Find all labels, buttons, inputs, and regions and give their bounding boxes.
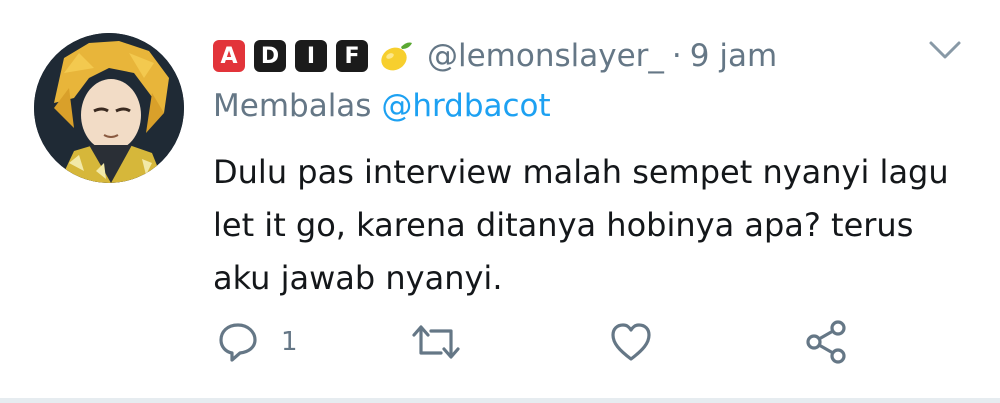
tweet-card[interactable]: A D I F @lemonslayer_ · 9 jam Membalas @… — [0, 0, 1000, 403]
share-icon — [804, 319, 850, 365]
tweet-text-line: Dulu pas interview malah sempet nyanyi l… — [213, 153, 949, 191]
replying-to: Membalas @hrdbacot — [213, 88, 551, 124]
tweet-divider — [0, 398, 1000, 403]
name-badge-d: D — [254, 40, 286, 72]
chevron-down-icon[interactable] — [928, 38, 962, 62]
action-bar: 1 — [0, 312, 1000, 372]
share-button[interactable] — [804, 312, 850, 372]
like-button[interactable] — [609, 312, 653, 372]
profile-avatar[interactable] — [34, 33, 184, 183]
tweet-timestamp[interactable]: 9 jam — [690, 38, 777, 74]
reply-icon — [217, 321, 259, 363]
retweet-button[interactable] — [410, 312, 462, 372]
reply-count: 1 — [281, 327, 298, 357]
tweet-text-line: let it go, karena ditanya hobinya apa? t… — [213, 206, 914, 244]
heart-icon — [609, 321, 653, 363]
name-badge-i: I — [295, 40, 327, 72]
replying-prefix: Membalas — [213, 88, 372, 124]
tweet-header: A D I F @lemonslayer_ · 9 jam — [213, 34, 777, 78]
user-handle[interactable]: @lemonslayer_ — [427, 38, 664, 74]
name-badge-f: F — [336, 40, 368, 72]
replying-mention[interactable]: @hrdbacot — [381, 88, 550, 124]
tweet-text: Dulu pas interview malah sempet nyanyi l… — [213, 146, 973, 305]
reply-button[interactable]: 1 — [217, 312, 298, 372]
tweet-text-line: aku jawab nyanyi. — [213, 259, 503, 297]
meta-separator: · — [671, 38, 682, 74]
lemon-icon — [377, 38, 413, 74]
name-badge-a: A — [213, 40, 245, 72]
retweet-icon — [410, 321, 462, 363]
